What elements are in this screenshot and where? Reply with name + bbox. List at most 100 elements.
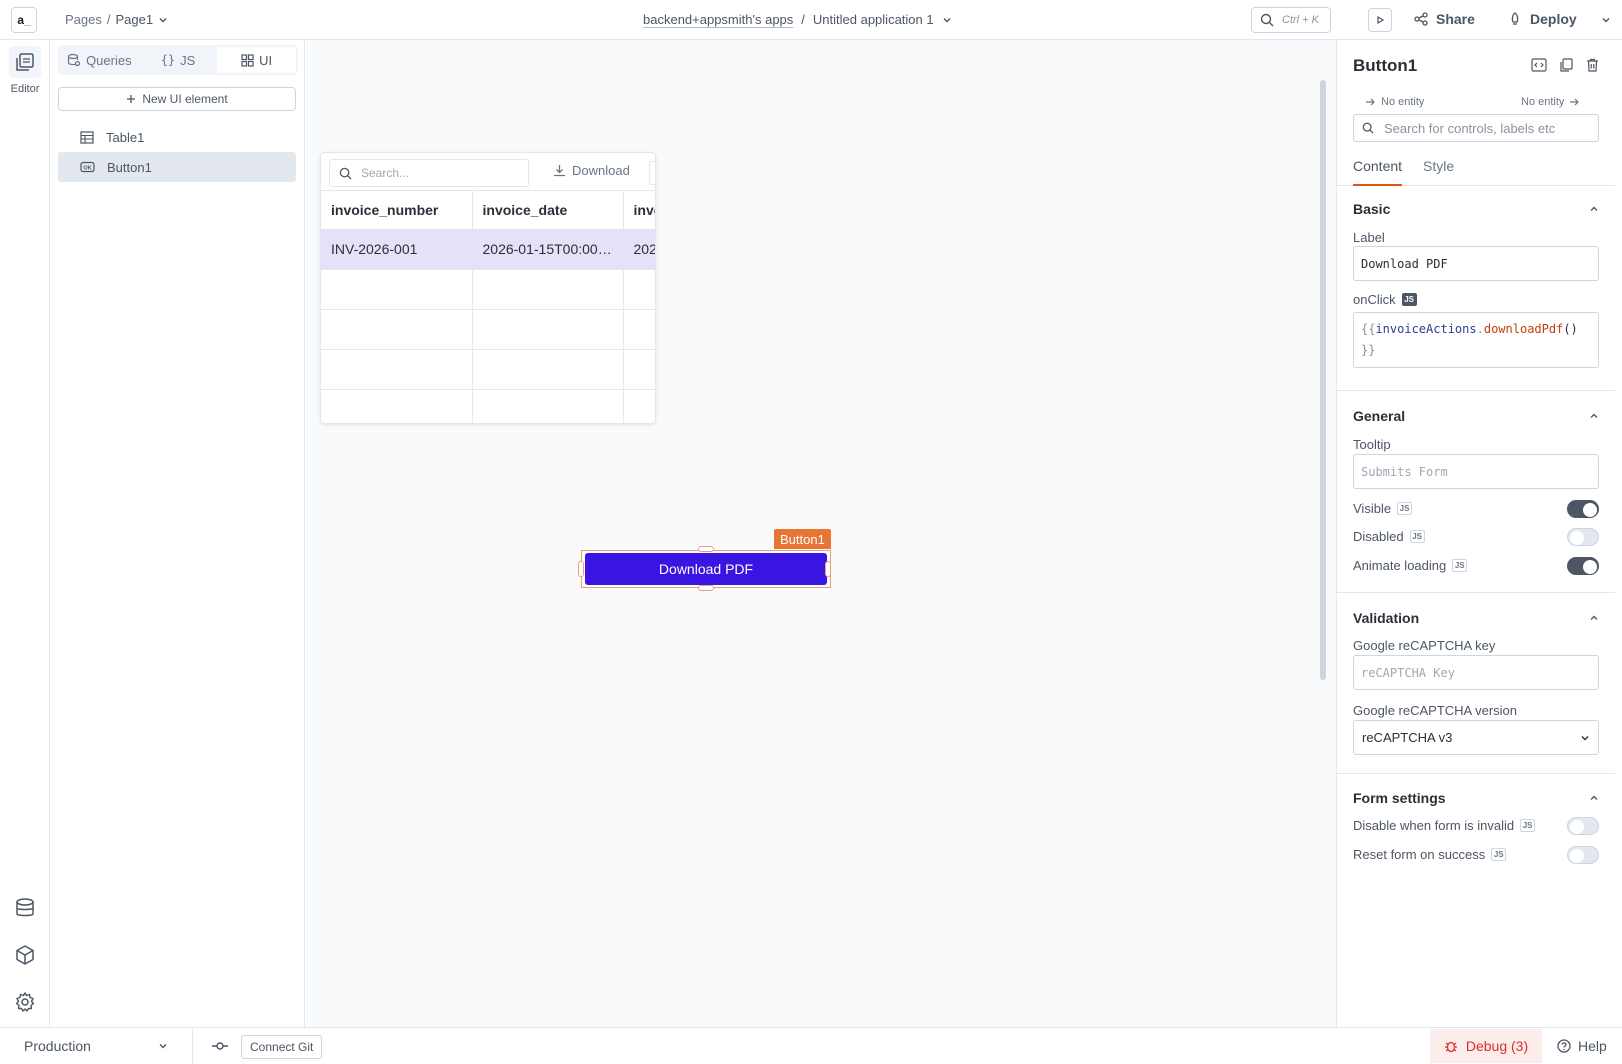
omnibar-search[interactable]: Ctrl + K <box>1251 7 1331 33</box>
trash-icon[interactable] <box>1586 58 1599 72</box>
chevron-up-icon[interactable] <box>1589 613 1599 623</box>
section-form-settings-header[interactable]: Form settings <box>1353 790 1446 806</box>
deploy-button[interactable]: Deploy <box>1508 11 1577 27</box>
recaptcha-key-input[interactable]: reCAPTCHA Key <box>1353 655 1599 690</box>
column-header[interactable]: invo <box>623 191 655 230</box>
download-pdf-button[interactable]: Download PDF <box>585 553 827 585</box>
table-row[interactable] <box>321 389 655 423</box>
widget-name-tag[interactable]: Button1 <box>774 529 831 549</box>
canvas-scrollbar[interactable] <box>1320 80 1326 680</box>
table-widget[interactable]: Search... Download invoice_number invoic… <box>320 152 656 424</box>
incoming-entity-link[interactable]: No entity <box>1365 96 1424 108</box>
property-search-input[interactable]: Search for controls, labels etc <box>1353 114 1599 142</box>
table-cell[interactable]: INV-2026-001 <box>321 229 473 270</box>
table-row[interactable] <box>321 269 655 310</box>
chevron-up-icon[interactable] <box>1589 204 1599 214</box>
packages-rail-button[interactable] <box>9 939 41 971</box>
table-cell[interactable] <box>321 269 473 310</box>
table-download-button[interactable]: Download <box>553 163 630 178</box>
recaptcha-version-select[interactable]: reCAPTCHA v3 <box>1353 720 1599 755</box>
column-header[interactable]: invoice_date <box>472 191 624 230</box>
table-cell[interactable]: 2026-01-15T00:00:00 <box>472 229 624 270</box>
git-commit-icon[interactable] <box>211 1038 229 1054</box>
application-name[interactable]: Untitled application 1 <box>813 12 934 27</box>
tab-style[interactable]: Style <box>1423 158 1454 184</box>
table-cell[interactable]: 202 <box>623 229 655 270</box>
page-selector[interactable]: Page1 <box>116 12 154 27</box>
table-search-input[interactable]: Search... <box>329 159 529 187</box>
table-row[interactable] <box>321 349 655 390</box>
table-cell[interactable] <box>321 389 473 423</box>
table-cell[interactable] <box>321 349 473 390</box>
js-toggle-badge[interactable]: JS <box>1491 848 1507 861</box>
pages-stack-icon <box>14 51 36 73</box>
tab-content[interactable]: Content <box>1353 158 1403 186</box>
disabled-toggle[interactable] <box>1567 528 1599 546</box>
js-toggle-badge[interactable]: JS <box>1397 502 1413 515</box>
table-cell[interactable] <box>472 309 624 350</box>
datasources-rail-button[interactable] <box>9 892 41 924</box>
table-cell[interactable] <box>623 349 655 390</box>
column-header[interactable]: invoice_number <box>321 191 473 230</box>
table-row[interactable]: INV-2026-001 2026-01-15T00:00:00 202 <box>321 229 655 270</box>
section-general-header[interactable]: General <box>1353 408 1405 424</box>
table-header-row: invoice_number invoice_date invo <box>321 191 655 230</box>
tab-js[interactable]: {} JS <box>139 47 218 73</box>
reset-form-toggle[interactable] <box>1567 846 1599 864</box>
outgoing-entity-link[interactable]: No entity <box>1521 96 1580 108</box>
disable-invalid-toggle[interactable] <box>1567 817 1599 835</box>
animate-loading-toggle[interactable] <box>1567 557 1599 575</box>
resize-handle-left[interactable] <box>578 561 584 577</box>
preview-button[interactable] <box>1368 8 1392 32</box>
resize-handle-bottom[interactable] <box>698 585 714 591</box>
breadcrumb-pages[interactable]: Pages <box>65 12 102 27</box>
js-toggle-badge[interactable]: JS <box>1520 819 1536 832</box>
tab-queries[interactable]: Queries <box>60 47 139 73</box>
resize-handle-top[interactable] <box>698 546 714 552</box>
table-cell[interactable] <box>623 269 655 310</box>
button-icon: OK <box>80 161 95 173</box>
new-ui-element-button[interactable]: New UI element <box>58 87 296 111</box>
workspace-link[interactable]: backend+appsmith's apps <box>643 12 793 27</box>
table-cell[interactable] <box>623 309 655 350</box>
appsmith-logo[interactable]: a _ <box>11 7 37 33</box>
environment-select[interactable]: Production <box>0 1028 193 1064</box>
table-cell[interactable] <box>623 389 655 423</box>
no-entity-label: No entity <box>1521 96 1565 108</box>
onclick-code-editor[interactable]: {{invoiceActions.downloadPdf()}} <box>1353 312 1599 368</box>
share-button[interactable]: Share <box>1414 11 1475 27</box>
code-view-icon[interactable] <box>1531 58 1547 72</box>
table-row[interactable] <box>321 309 655 350</box>
property-pane-scrollbar[interactable] <box>1615 40 1622 1027</box>
visible-toggle[interactable] <box>1567 500 1599 518</box>
js-toggle-badge[interactable]: JS <box>1401 293 1417 306</box>
help-button[interactable]: Help <box>1557 1038 1607 1054</box>
code-function: downloadPdf <box>1483 322 1564 336</box>
resize-handle-right[interactable] <box>825 561 831 577</box>
tooltip-input[interactable]: Submits Form <box>1353 454 1599 489</box>
widget-name-title[interactable]: Button1 <box>1353 56 1417 76</box>
table-cell[interactable] <box>472 389 624 423</box>
chevron-up-icon[interactable] <box>1589 411 1599 421</box>
editor-rail-button[interactable] <box>9 46 41 78</box>
settings-rail-button[interactable] <box>9 986 41 1018</box>
tab-ui[interactable]: UI <box>217 47 297 73</box>
table-cell[interactable] <box>472 269 624 310</box>
entity-item-table1[interactable]: Table1 <box>58 122 296 152</box>
table-cell[interactable] <box>472 349 624 390</box>
js-toggle-badge[interactable]: JS <box>1409 530 1425 543</box>
table-cell[interactable] <box>321 309 473 350</box>
entity-item-button1[interactable]: OK Button1 <box>58 152 296 182</box>
chevron-down-icon[interactable] <box>942 15 952 25</box>
debug-button[interactable]: Debug (3) <box>1430 1029 1542 1063</box>
deploy-menu-chevron-icon[interactable] <box>1601 15 1611 25</box>
chevron-down-icon[interactable] <box>158 15 168 25</box>
label-input[interactable]: Download PDF <box>1353 246 1599 281</box>
section-basic-header[interactable]: Basic <box>1353 201 1390 217</box>
chevron-up-icon[interactable] <box>1589 793 1599 803</box>
section-validation-header[interactable]: Validation <box>1353 610 1419 626</box>
connect-git-button[interactable]: Connect Git <box>241 1035 323 1059</box>
js-toggle-badge[interactable]: JS <box>1452 559 1468 572</box>
copy-icon[interactable] <box>1559 58 1573 72</box>
table-toolbar-overflow[interactable] <box>649 161 655 185</box>
